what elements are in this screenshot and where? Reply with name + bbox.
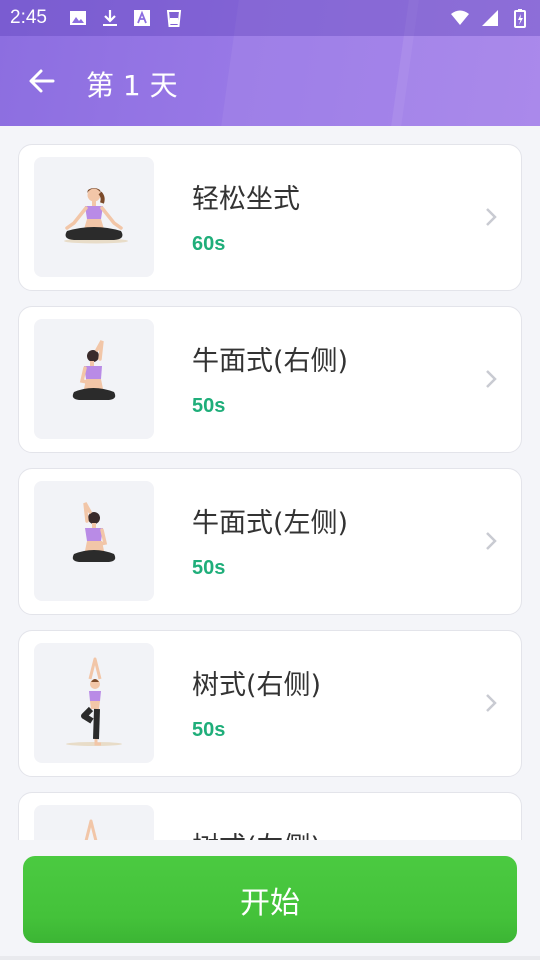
cup-icon — [166, 10, 182, 27]
tree-pose-right-illustration — [66, 657, 122, 746]
exercise-name: 牛面式(右侧) — [192, 346, 349, 377]
exercise-list[interactable]: 轻松坐式 60s 牛面式(右侧) 50s 牛面式(左侧) 50s 树式(右侧) … — [0, 126, 540, 840]
image-icon — [70, 11, 86, 25]
exercise-name: 树式(右侧) — [192, 670, 322, 701]
page-title: 第 1 天 — [86, 69, 178, 102]
exercise-duration: 50s — [192, 395, 226, 417]
tree-pose-left-illustration — [84, 819, 98, 840]
signal-icon — [482, 10, 498, 26]
exercise-name: 牛面式(左侧) — [192, 508, 349, 539]
exercise-thumbnail — [34, 319, 154, 439]
bottom-bar: 开始 — [0, 840, 540, 960]
exercise-thumbnail — [34, 643, 154, 763]
cow-face-pose-right-illustration — [72, 340, 116, 400]
wifi-icon — [451, 10, 469, 25]
exercise-card[interactable]: 树式(右侧) 50s — [18, 630, 522, 777]
start-button[interactable]: 开始 — [23, 856, 517, 943]
chevron-right-icon — [486, 208, 497, 226]
exercise-name: 树式(左侧) — [192, 825, 321, 840]
exercise-thumbnail — [34, 481, 154, 601]
exercise-duration: 60s — [192, 233, 226, 255]
chevron-right-icon — [486, 532, 497, 550]
cow-face-pose-left-illustration — [72, 502, 116, 562]
status-bar: 2:45 — [0, 0, 540, 36]
chevron-right-icon — [486, 370, 497, 388]
exercise-thumbnail — [34, 805, 154, 840]
status-time: 2:45 — [10, 7, 47, 28]
font-icon — [134, 10, 150, 26]
exercise-card[interactable]: 轻松坐式 60s — [18, 144, 522, 291]
easy-pose-illustration — [64, 188, 128, 244]
exercise-duration: 50s — [192, 719, 226, 741]
exercise-card[interactable]: 牛面式(左侧) 50s — [18, 468, 522, 615]
exercise-thumbnail — [34, 157, 154, 277]
exercise-duration: 50s — [192, 557, 226, 579]
navigation-bar — [0, 956, 540, 960]
back-arrow-icon[interactable] — [24, 63, 60, 99]
top-bar: 第 1 天 — [0, 36, 540, 126]
exercise-card[interactable]: 树式(左侧) — [18, 792, 522, 840]
exercise-card[interactable]: 牛面式(右侧) 50s — [18, 306, 522, 453]
download-icon — [103, 10, 117, 26]
app-header: 2:45 第 1 天 — [0, 0, 540, 126]
battery-icon — [514, 9, 526, 28]
exercise-name: 轻松坐式 — [192, 184, 300, 215]
chevron-right-icon — [486, 694, 497, 712]
